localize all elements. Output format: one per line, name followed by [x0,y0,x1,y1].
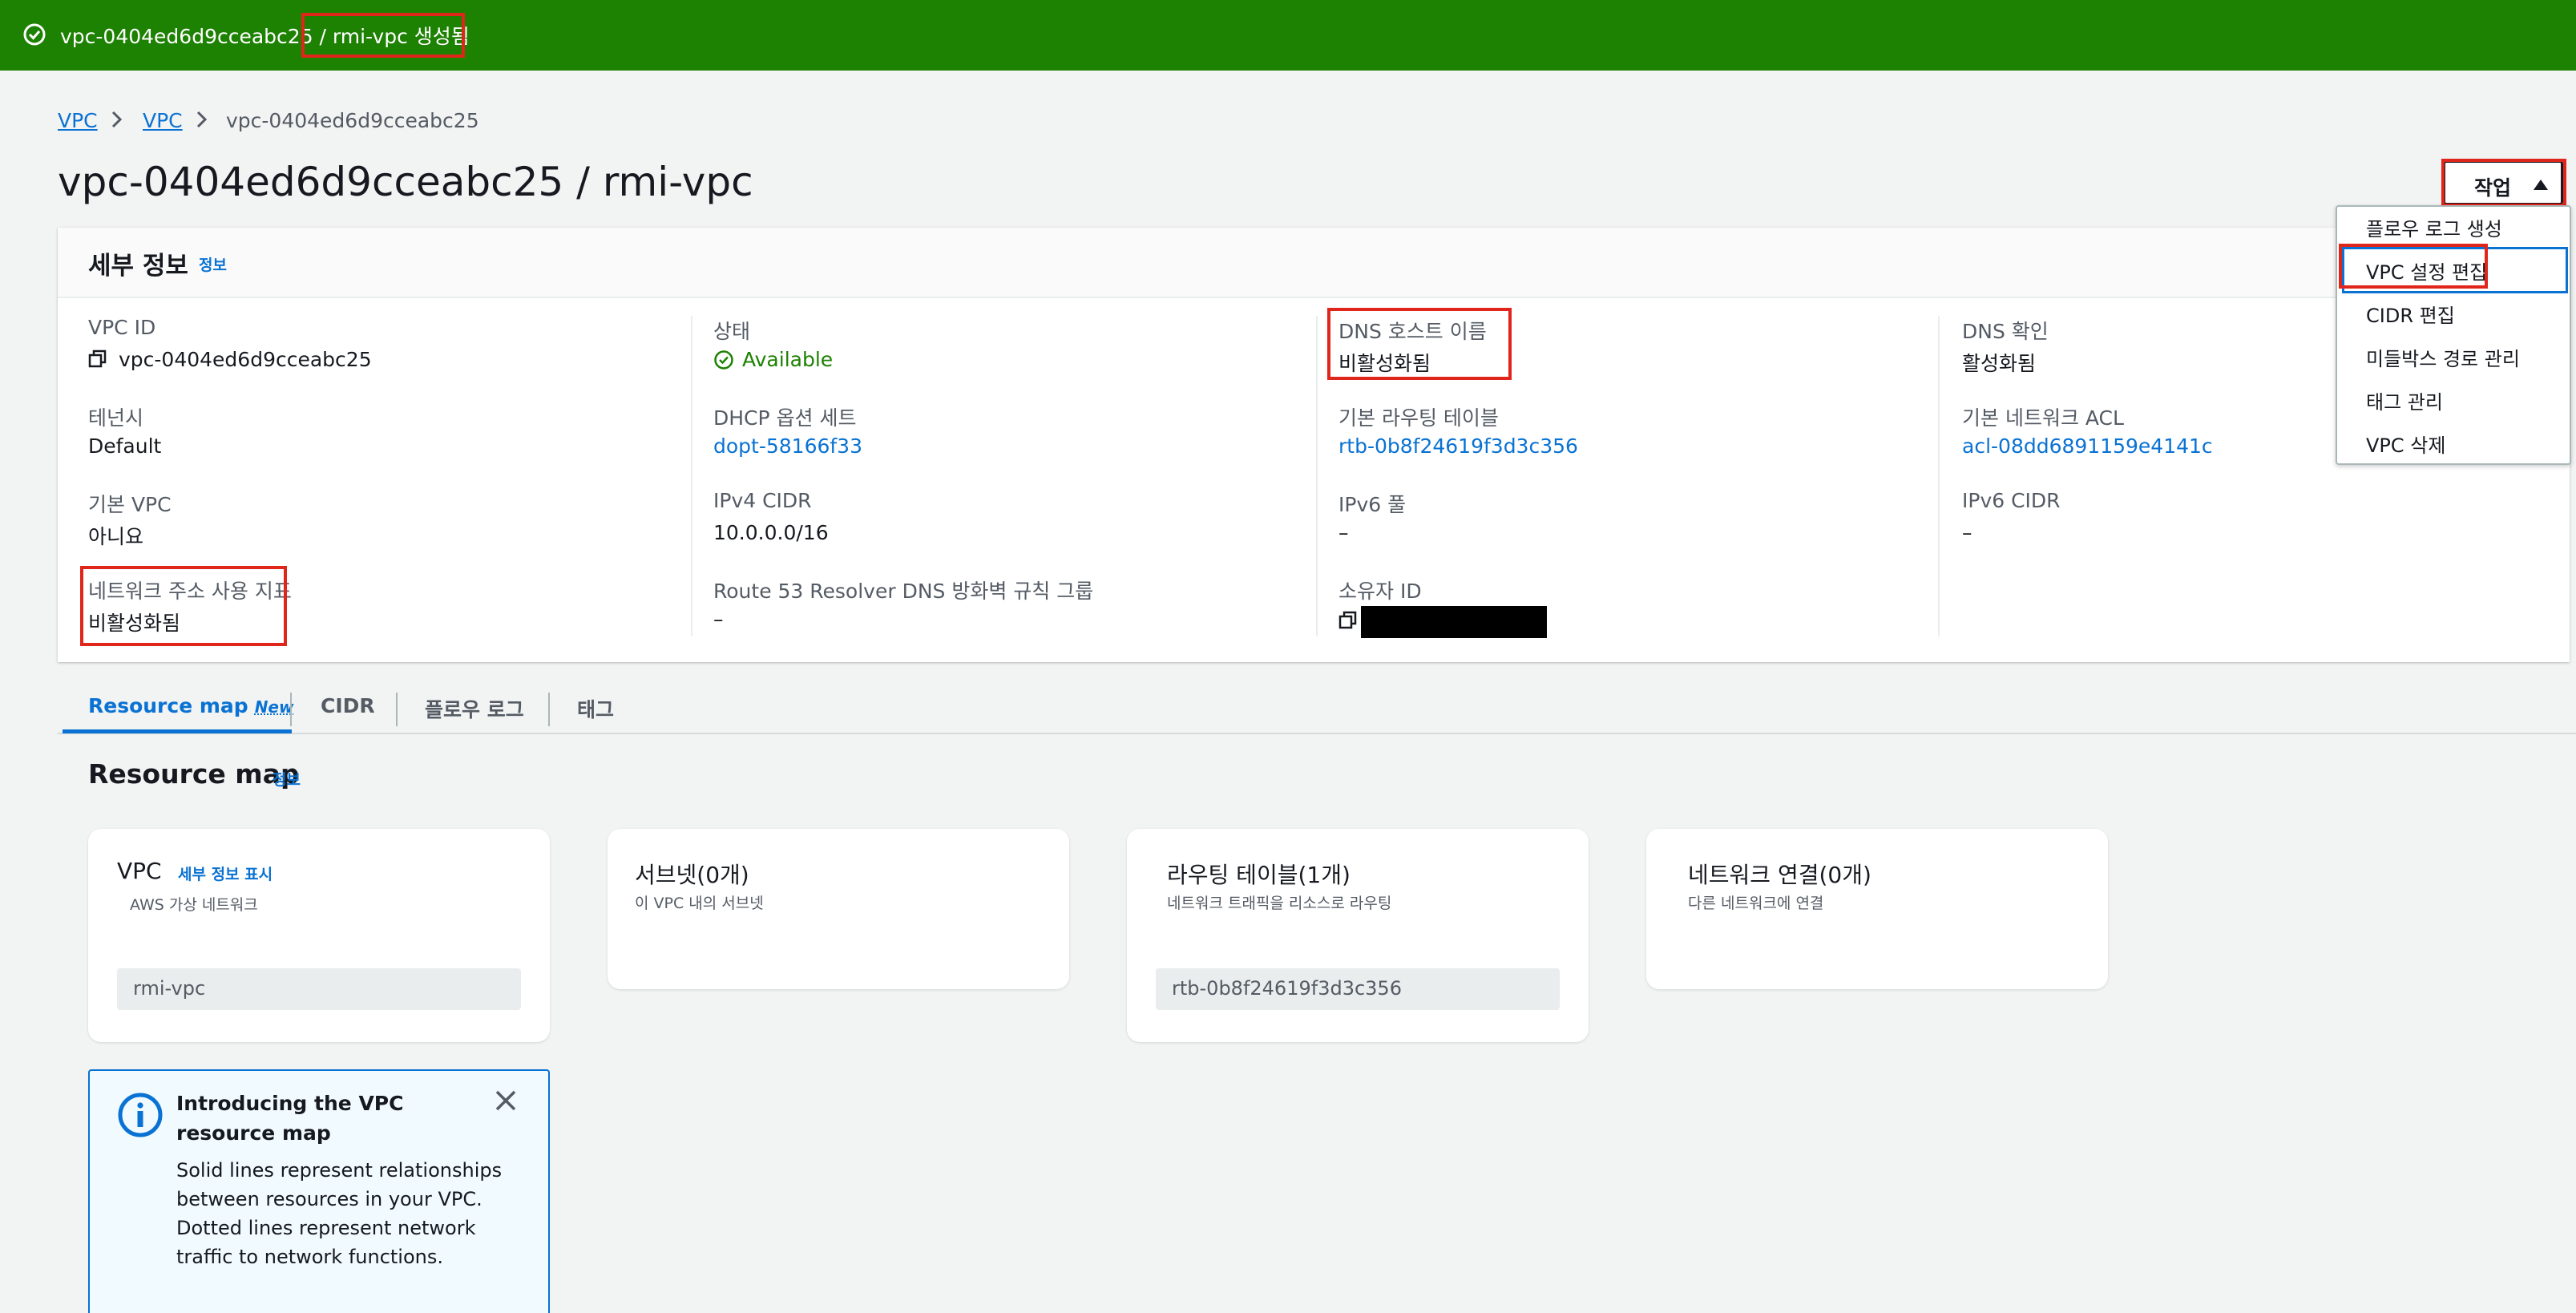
tab-separator [548,693,550,726]
tab-flow-logs[interactable]: 플로우 로그 [425,694,524,723]
vpc-id-label: VPC ID [88,316,156,339]
ipv6-pool-value: – [1338,521,1349,544]
copy-icon[interactable] [1338,611,1358,630]
highlight-box-flash [301,13,465,58]
column-divider [1316,316,1318,636]
resource-map-title: Resource map [88,758,300,790]
dns-resolution-value: 활성화됨 [1962,352,2037,375]
highlight-box-network-address-usage [80,566,287,646]
vpc-card-title: VPC [117,858,162,884]
tab-resource-map-label: Resource map [88,694,248,717]
tenancy-label: 테넌시 [88,406,144,430]
network-connections-card: 네트워크 연결(0개) 다른 네트워크에 연결 [1646,829,2108,989]
main-route-table-link[interactable]: rtb-0b8f24619f3d3c356 [1338,434,1578,458]
breadcrumb-current: vpc-0404ed6d9cceabc25 [226,109,479,132]
route-table-chip[interactable]: rtb-0b8f24619f3d3c356 [1156,968,1560,1010]
tabs-divider [58,733,2576,734]
highlight-box-edit-vpc-settings [2339,244,2488,289]
details-panel: 세부 정보 정보 VPC ID vpc-0404ed6d9cceabc25 테넌… [58,228,2570,662]
dhcp-label: DHCP 옵션 세트 [713,406,857,430]
dhcp-link[interactable]: dopt-58166f33 [713,434,862,458]
main-nacl-link[interactable]: acl-08dd6891159e4141c [1962,434,2213,458]
details-title: 세부 정보 [88,252,188,281]
route-tables-card: 라우팅 테이블(1개) 네트워크 트래픽을 리소스로 라우팅 rtb-0b8f2… [1127,829,1589,1042]
state-label: 상태 [713,320,751,343]
subnets-card: 서브넷(0개) 이 VPC 내의 서브넷 [608,829,1069,989]
main-route-table-label: 기본 라우팅 테이블 [1338,406,1499,430]
intro-box-body: Solid lines represent relationships betw… [176,1159,503,1268]
breadcrumb-vpc-root[interactable]: VPC [58,109,98,132]
menu-item-edit-cidr[interactable]: CIDR 편집 [2366,300,2455,328]
chevron-right-icon [111,111,123,128]
tab-separator [290,693,292,726]
ipv6-pool-label: IPv6 풀 [1338,493,1407,516]
state-value: Available [742,348,834,371]
tenancy-value: Default [88,434,162,458]
menu-item-manage-tags[interactable]: 태그 관리 [2366,386,2443,414]
details-panel-header: 세부 정보 정보 [58,228,2570,298]
default-vpc-label: 기본 VPC [88,493,172,516]
vpc-card: VPC 세부 정보 표시 AWS 가상 네트워크 rmi-vpc [88,829,550,1042]
show-details-link[interactable]: 세부 정보 표시 [178,863,273,884]
owner-id-redacted [1361,606,1547,638]
status-available-icon [714,350,733,370]
tab-separator [396,693,398,726]
info-icon [118,1093,163,1137]
success-check-icon [23,23,46,46]
resource-map-info-link[interactable]: 정보 [273,768,301,790]
network-connections-card-subtitle: 다른 네트워크에 연결 [1688,895,1824,912]
close-icon[interactable] [494,1089,518,1113]
page-title: vpc-0404ed6d9cceabc25 / rmi-vpc [58,159,753,205]
network-connections-card-title: 네트워크 연결(0개) [1688,862,1871,888]
route53-label: Route 53 Resolver DNS 방화벽 규칙 그룹 [713,580,1094,603]
owner-id-label: 소유자 ID [1338,580,1422,603]
highlight-box-actions [2441,159,2566,207]
vpc-card-subtitle: AWS 가상 네트워크 [130,896,258,914]
new-badge: New [254,697,294,717]
ipv6-cidr-label: IPv6 CIDR [1962,489,2061,512]
tab-tags[interactable]: 태그 [577,694,614,723]
tab-cidr[interactable]: CIDR [321,694,375,717]
copy-icon[interactable] [88,349,107,369]
resource-map-intro-box: Introducing the VPC resource map Solid l… [88,1069,550,1313]
menu-item-manage-middlebox-routes[interactable]: 미들박스 경로 관리 [2366,343,2520,371]
active-tab-indicator [63,729,292,733]
vpc-id-value: vpc-0404ed6d9cceabc25 [119,348,372,371]
vpc-chip[interactable]: rmi-vpc [117,968,521,1010]
highlight-box-dns-hostnames [1327,308,1512,380]
menu-item-create-flow-log[interactable]: 플로우 로그 생성 [2366,213,2502,241]
dns-resolution-label: DNS 확인 [1962,320,2049,343]
breadcrumb-vpc-list[interactable]: VPC [143,109,183,132]
route-tables-card-title: 라우팅 테이블(1개) [1167,862,1351,888]
ipv4-cidr-value: 10.0.0.0/16 [713,521,829,544]
intro-box-title: Introducing the VPC resource map [176,1092,404,1145]
menu-item-delete-vpc[interactable]: VPC 삭제 [2366,430,2445,458]
details-info-link[interactable]: 정보 [199,253,227,275]
chevron-right-icon [196,111,208,128]
column-divider [691,316,692,636]
subnets-card-title: 서브넷(0개) [635,862,749,888]
route53-value: – [713,608,724,631]
flash-message-prefix: vpc-0404ed6d9cceabc25 / [60,25,333,48]
ipv6-cidr-value: – [1962,521,1972,544]
subnets-card-subtitle: 이 VPC 내의 서브넷 [635,895,764,912]
default-vpc-value: 아니요 [88,525,144,548]
main-nacl-label: 기본 네트워크 ACL [1962,406,2124,430]
column-divider [1938,316,1940,636]
ipv4-cidr-label: IPv4 CIDR [713,489,812,512]
tab-resource-map[interactable]: Resource map New [88,694,293,717]
route-tables-card-subtitle: 네트워크 트래픽을 리소스로 라우팅 [1167,895,1392,912]
